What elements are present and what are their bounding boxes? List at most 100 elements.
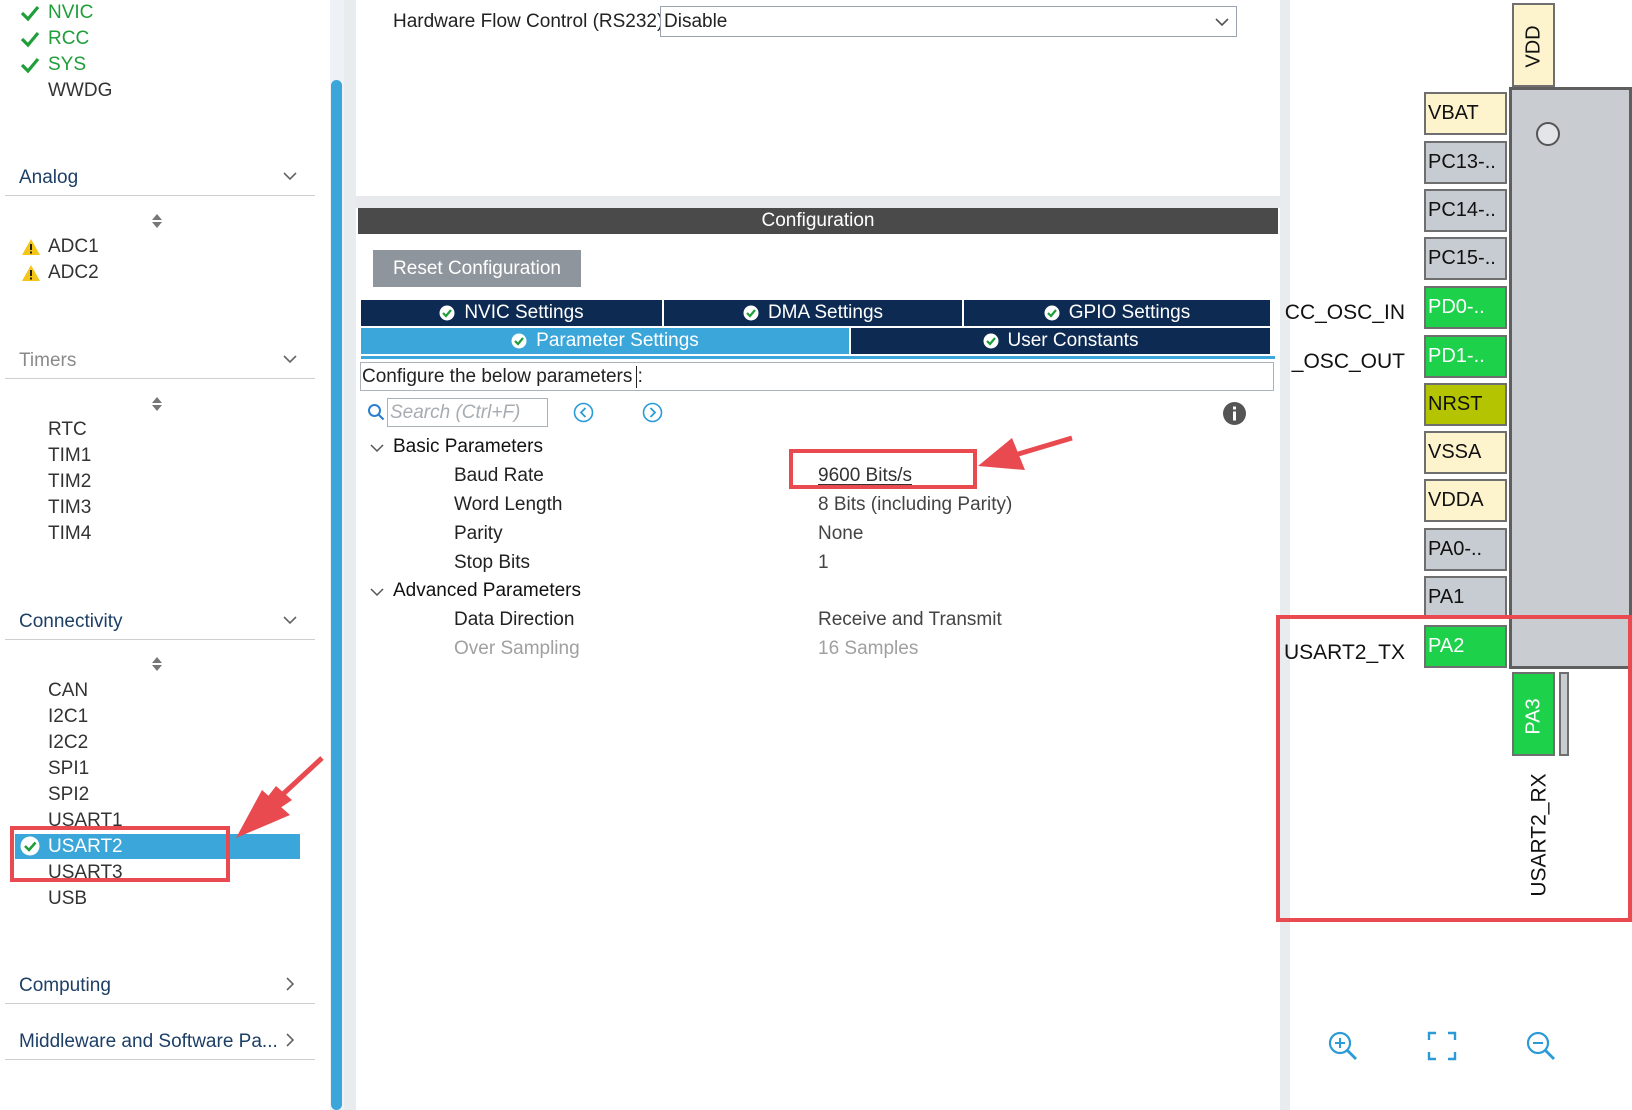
text-caret xyxy=(636,366,637,388)
panel-divider xyxy=(1280,0,1290,1110)
pin-pc13[interactable]: PC13-.. xyxy=(1424,141,1507,184)
tab-label: DMA Settings xyxy=(767,302,884,323)
tab-label: GPIO Settings xyxy=(1068,302,1191,323)
chevron-down-icon[interactable] xyxy=(1214,15,1230,29)
hw-flow-control-value[interactable]: Disable xyxy=(664,11,727,33)
sidebar-item-spi2[interactable]: SPI2 xyxy=(48,783,89,807)
sidebar-item-i2c1[interactable]: I2C1 xyxy=(48,705,88,729)
sidebar-item-tim1[interactable]: TIM1 xyxy=(48,444,91,468)
chevron-right-icon[interactable] xyxy=(282,976,298,992)
chevron-down-icon[interactable] xyxy=(282,612,298,628)
panel-divider xyxy=(344,0,356,1110)
check-icon xyxy=(20,57,40,74)
signal-osc-out: _OSC_OUT xyxy=(1291,350,1405,373)
annotation-box-pins xyxy=(1276,615,1632,922)
sort-icon[interactable] xyxy=(150,212,164,230)
check-circle-icon xyxy=(439,305,455,321)
pin-nrst[interactable]: NRST xyxy=(1424,383,1507,426)
sidebar-item-usb[interactable]: USB xyxy=(48,887,87,911)
sidebar-item-adc1[interactable]: ADC1 xyxy=(48,235,99,259)
warning-icon xyxy=(22,239,40,255)
zoom-out-icon[interactable] xyxy=(1525,1030,1557,1062)
chevron-down-icon[interactable] xyxy=(282,351,298,367)
param-parity-name: Parity xyxy=(454,523,503,544)
sidebar-item-tim3[interactable]: TIM3 xyxy=(48,496,91,520)
mcu-chip-body xyxy=(1509,87,1632,669)
category-computing[interactable]: Computing xyxy=(19,975,111,997)
pin-pd1[interactable]: PD1-.. xyxy=(1424,335,1507,378)
signal-osc-in: CC_OSC_IN xyxy=(1284,301,1405,324)
category-analog[interactable]: Analog xyxy=(19,167,78,189)
sidebar-item-sys[interactable]: SYS xyxy=(48,53,86,77)
chevron-down-icon[interactable] xyxy=(369,584,385,600)
divider xyxy=(5,1059,315,1060)
divider xyxy=(5,639,315,640)
tab-parameter-settings[interactable]: Parameter Settings xyxy=(361,328,849,354)
sidebar-item-i2c2[interactable]: I2C2 xyxy=(48,731,88,755)
pin-pd0[interactable]: PD0-.. xyxy=(1424,286,1507,329)
param-parity-value[interactable]: None xyxy=(818,523,863,545)
info-icon[interactable] xyxy=(1222,401,1247,426)
param-word-length-value[interactable]: 8 Bits (including Parity) xyxy=(818,494,1012,516)
tab-label: User Constants xyxy=(1007,330,1139,351)
pin-vssa[interactable]: VSSA xyxy=(1424,431,1507,474)
basic-parameters-group[interactable]: Basic Parameters xyxy=(393,436,543,458)
param-data-direction-value[interactable]: Receive and Transmit xyxy=(818,609,1002,631)
tab-user-constants[interactable]: User Constants xyxy=(851,328,1270,354)
divider xyxy=(5,195,315,196)
configuration-title: Configuration xyxy=(761,210,875,231)
category-middleware[interactable]: Middleware and Software Pa... xyxy=(19,1031,278,1053)
zoom-in-icon[interactable] xyxy=(1327,1030,1359,1062)
prev-icon[interactable] xyxy=(573,402,594,423)
hw-flow-control-select[interactable] xyxy=(660,6,1237,37)
sidebar-item-nvic[interactable]: NVIC xyxy=(48,1,93,25)
reset-configuration-button[interactable]: Reset Configuration xyxy=(373,250,581,287)
check-circle-icon xyxy=(511,333,527,349)
sidebar-item-tim2[interactable]: TIM2 xyxy=(48,470,91,494)
splitter[interactable] xyxy=(356,196,1280,208)
chevron-down-icon[interactable] xyxy=(369,440,385,456)
pin-vdda[interactable]: VDDA xyxy=(1424,479,1507,522)
check-circle-icon xyxy=(1044,305,1060,321)
pin-vdd-label: VDD xyxy=(1516,10,1552,82)
tab-underline xyxy=(361,356,1275,359)
pin-pa0[interactable]: PA0-.. xyxy=(1424,528,1507,571)
pin-pc15[interactable]: PC15-.. xyxy=(1424,237,1507,280)
sidebar-item-spi1[interactable]: SPI1 xyxy=(48,757,89,781)
sort-icon[interactable] xyxy=(150,655,164,673)
sidebar-item-tim4[interactable]: TIM4 xyxy=(48,522,91,546)
tab-label: Parameter Settings xyxy=(536,330,699,351)
param-data-direction-name: Data Direction xyxy=(454,609,575,630)
category-timers[interactable]: Timers xyxy=(19,350,76,372)
pin-pc14[interactable]: PC14-.. xyxy=(1424,189,1507,232)
tab-dma-settings[interactable]: DMA Settings xyxy=(664,300,962,326)
param-over-sampling-value: 16 Samples xyxy=(818,638,919,659)
chevron-right-icon[interactable] xyxy=(282,1032,298,1048)
sidebar-scrollbar-thumb[interactable] xyxy=(331,80,342,1110)
sidebar-item-wwdg[interactable]: WWDG xyxy=(48,79,112,103)
sidebar-item-adc2[interactable]: ADC2 xyxy=(48,261,99,285)
chevron-down-icon[interactable] xyxy=(282,168,298,184)
sidebar-item-rcc[interactable]: RCC xyxy=(48,27,89,51)
tab-gpio-settings[interactable]: GPIO Settings xyxy=(964,300,1270,326)
tab-nvic-settings[interactable]: NVIC Settings xyxy=(361,300,662,326)
fit-icon[interactable] xyxy=(1427,1031,1457,1061)
divider xyxy=(5,378,315,379)
sidebar-item-can[interactable]: CAN xyxy=(48,679,88,703)
check-icon xyxy=(20,31,40,48)
category-connectivity[interactable]: Connectivity xyxy=(19,611,123,633)
pin-vbat[interactable]: VBAT xyxy=(1424,92,1507,135)
sort-icon[interactable] xyxy=(150,395,164,413)
search-icon xyxy=(368,404,385,421)
advanced-parameters-group[interactable]: Advanced Parameters xyxy=(393,580,581,602)
param-word-length-name: Word Length xyxy=(454,494,563,515)
pin-pa1[interactable]: PA1 xyxy=(1424,576,1507,619)
hw-flow-control-label: Hardware Flow Control (RS232) xyxy=(393,11,664,32)
configure-description-text: Configure the below parameters : xyxy=(362,366,643,387)
sidebar-item-rtc[interactable]: RTC xyxy=(48,418,87,442)
annotation-box-baud-rate xyxy=(789,449,977,489)
next-icon[interactable] xyxy=(642,402,663,423)
param-stop-bits-value[interactable]: 1 xyxy=(818,552,829,574)
check-circle-icon xyxy=(983,333,999,349)
pin1-marker xyxy=(1536,122,1560,146)
